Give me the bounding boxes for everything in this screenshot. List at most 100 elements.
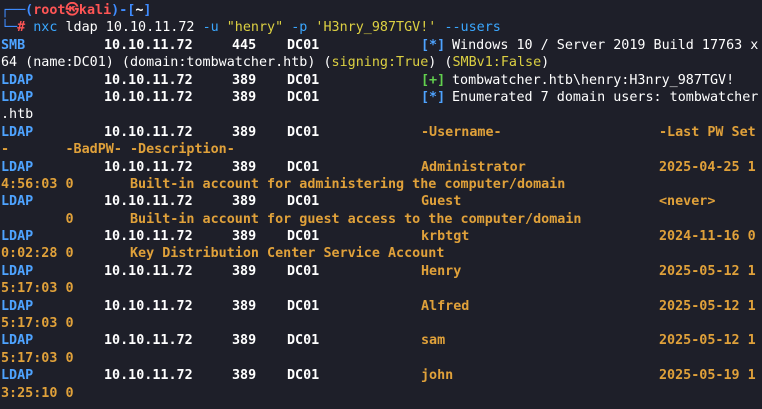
output-ip: 10.10.11.72 bbox=[104, 159, 193, 175]
output-username: Administrator bbox=[421, 159, 526, 175]
output-port: 389 bbox=[232, 368, 257, 384]
output-last-pw-set: 2025-05-12 1 bbox=[659, 263, 756, 279]
output-line: LDAP 10.10.11.72 389 DC01 Alfred 2025-05-12 1 bbox=[1, 298, 762, 315]
output-last-pw-set: 2025-04-25 1 bbox=[659, 159, 756, 175]
prompt-separator: )-[ bbox=[111, 3, 136, 18]
output-username: john bbox=[421, 368, 454, 384]
output-continuation-line: 64 (name:DC01) (domain:tombwatcher.htb) … bbox=[1, 54, 762, 71]
output-line: LDAP 10.10.11.72 389 DC01 krbtgt 2024-11-16 0 bbox=[1, 228, 762, 245]
prompt-user: root bbox=[33, 3, 66, 18]
output-hostname: DC01 bbox=[287, 263, 320, 279]
output-username: Guest bbox=[421, 194, 462, 210]
command-args: ldap 10.10.11.72 bbox=[57, 20, 203, 36]
output-ip: 10.10.11.72 bbox=[104, 124, 193, 140]
command-flag-p: -p bbox=[291, 20, 308, 36]
output-port: 389 bbox=[232, 333, 257, 349]
prompt-corner-top: ┌──( bbox=[1, 3, 34, 18]
output-text-segment: 3:25:10 0 bbox=[1, 385, 74, 401]
output-hostname: DC01 bbox=[287, 37, 320, 53]
output-protocol: LDAP bbox=[1, 194, 34, 210]
output-port: 389 bbox=[232, 298, 257, 314]
output-hostname: DC01 bbox=[287, 124, 320, 140]
output-line: SMB 10.10.11.72 445 DC01 [*] Windows 10 / Ser… bbox=[1, 37, 762, 54]
output-username: sam bbox=[421, 333, 446, 349]
output-hostname: DC01 bbox=[287, 89, 320, 105]
output-text-segment: .htb bbox=[1, 107, 34, 123]
output-hostname: DC01 bbox=[287, 229, 320, 245]
output-line: LDAP 10.10.11.72 389 DC01 Henry 2025-05-12 1 bbox=[1, 263, 762, 280]
output-last-pw-set: 2025-05-12 1 bbox=[659, 333, 756, 349]
output-continuation-line: .htb bbox=[1, 106, 762, 123]
output-ip: 10.10.11.72 bbox=[104, 368, 193, 384]
command-user-arg: "henry" bbox=[218, 20, 292, 36]
output-message: Windows 10 / Server 2019 Build 17763 x bbox=[452, 37, 759, 53]
prompt-at-symbol: ㉿ bbox=[65, 3, 79, 18]
command-flag-u: -u bbox=[202, 20, 219, 36]
output-status-marker: [*] bbox=[421, 89, 446, 105]
output-message: Enumerated 7 domain users: tombwatcher bbox=[452, 89, 759, 105]
output-hostname: DC01 bbox=[287, 333, 320, 349]
output-protocol: LDAP bbox=[1, 72, 34, 88]
output-port: 389 bbox=[232, 72, 257, 88]
output-username: Henry bbox=[421, 263, 462, 279]
output-hostname: DC01 bbox=[287, 72, 320, 88]
output-protocol: LDAP bbox=[1, 124, 34, 140]
output-text-segment: SMBv1:False bbox=[452, 55, 542, 71]
prompt-hash: # bbox=[17, 20, 26, 36]
output-ip: 10.10.11.72 bbox=[104, 263, 193, 279]
output-text-segment: ) ( bbox=[428, 55, 453, 71]
output-last-pw-set: -Last PW Set bbox=[659, 124, 756, 140]
output-ip: 10.10.11.72 bbox=[104, 72, 193, 88]
output-continuation-line: 5:17:03 0 bbox=[1, 280, 762, 297]
output-ip: 10.10.11.72 bbox=[104, 37, 193, 53]
output-ip: 10.10.11.72 bbox=[104, 229, 193, 245]
command-flag-users: --users bbox=[444, 20, 501, 36]
output-line: LDAP 10.10.11.72 389 DC01 [*] Enumerated 7 do… bbox=[1, 89, 762, 106]
output-protocol: LDAP bbox=[1, 333, 34, 349]
output-continuation-line: 5:17:03 0 bbox=[1, 315, 762, 332]
output-continuation-line: 3:25:10 0 bbox=[1, 385, 762, 402]
output-text-segment: 5:17:03 0 bbox=[1, 316, 74, 332]
output-continuation-line: - -BadPW- -Description- bbox=[1, 141, 762, 158]
output-last-pw-set: <never> bbox=[659, 194, 716, 210]
prompt-line-1: ┌──(root㉿kali)-[~] bbox=[1, 2, 762, 19]
output-continuation-line: 0 Built-in account for guest access to t… bbox=[1, 211, 762, 228]
output-hostname: DC01 bbox=[287, 298, 320, 314]
command-line[interactable]: └─# nxc ldap 10.10.11.72 -u "henry" -p '… bbox=[1, 19, 762, 36]
output-hostname: DC01 bbox=[287, 194, 320, 210]
output-username: Alfred bbox=[421, 298, 470, 314]
output-username: krbtgt bbox=[421, 229, 470, 245]
output-port: 389 bbox=[232, 124, 257, 140]
output-message: tombwatcher.htb\henry:H3nry_987TGV! bbox=[452, 72, 735, 88]
output-continuation-line: 0:02:28 0 Key Distribution Center Servic… bbox=[1, 245, 762, 262]
output-text-segment: 0:02:28 0 Key Distribution Center Servic… bbox=[1, 246, 445, 262]
output-protocol: LDAP bbox=[1, 368, 34, 384]
output-last-pw-set: 2025-05-12 1 bbox=[659, 298, 756, 314]
prompt-host: kali bbox=[78, 3, 112, 18]
output-line: LDAP 10.10.11.72 389 DC01 Guest <never> bbox=[1, 193, 762, 210]
output-protocol: LDAP bbox=[1, 89, 34, 105]
terminal-window[interactable]: ┌──(root㉿kali)-[~] └─# nxc ldap 10.10.11… bbox=[0, 0, 762, 409]
output-port: 389 bbox=[232, 89, 257, 105]
output-text-segment: 5:17:03 0 bbox=[1, 350, 74, 366]
output-text-segment: - -BadPW- -Description- bbox=[1, 142, 235, 158]
output-port: 389 bbox=[232, 159, 257, 175]
output-text-segment: 0 Built-in account for guest access to t… bbox=[1, 211, 582, 227]
output-line: LDAP 10.10.11.72 389 DC01 [+] tombwatcher.htb… bbox=[1, 72, 762, 89]
output-protocol: LDAP bbox=[1, 263, 34, 279]
output-protocol: LDAP bbox=[1, 229, 34, 245]
prompt-corner-bottom: └─ bbox=[1, 20, 18, 36]
command-pass-arg: 'H3nry_987TGV!' bbox=[307, 20, 445, 36]
output-text-segment: 64 (name:DC01) (domain:tombwatcher.htb) … bbox=[1, 55, 332, 71]
output-last-pw-set: 2025-05-19 1 bbox=[659, 368, 756, 384]
output-line: LDAP 10.10.11.72 389 DC01 sam 2025-05-12 1 bbox=[1, 332, 762, 349]
command-output: SMB 10.10.11.72 445 DC01 [*] Windows 10 / Ser… bbox=[1, 37, 762, 402]
output-line: LDAP 10.10.11.72 389 DC01 Administrator 2025-… bbox=[1, 159, 762, 176]
output-port: 445 bbox=[232, 37, 257, 53]
output-line: LDAP 10.10.11.72 389 DC01 -Username- -Last PW… bbox=[1, 124, 762, 141]
output-line: LDAP 10.10.11.72 389 DC01 john 2025-05-19 1 bbox=[1, 367, 762, 384]
output-status-marker: [*] bbox=[421, 37, 446, 53]
output-port: 389 bbox=[232, 229, 257, 245]
output-ip: 10.10.11.72 bbox=[104, 194, 193, 210]
output-ip: 10.10.11.72 bbox=[104, 333, 193, 349]
